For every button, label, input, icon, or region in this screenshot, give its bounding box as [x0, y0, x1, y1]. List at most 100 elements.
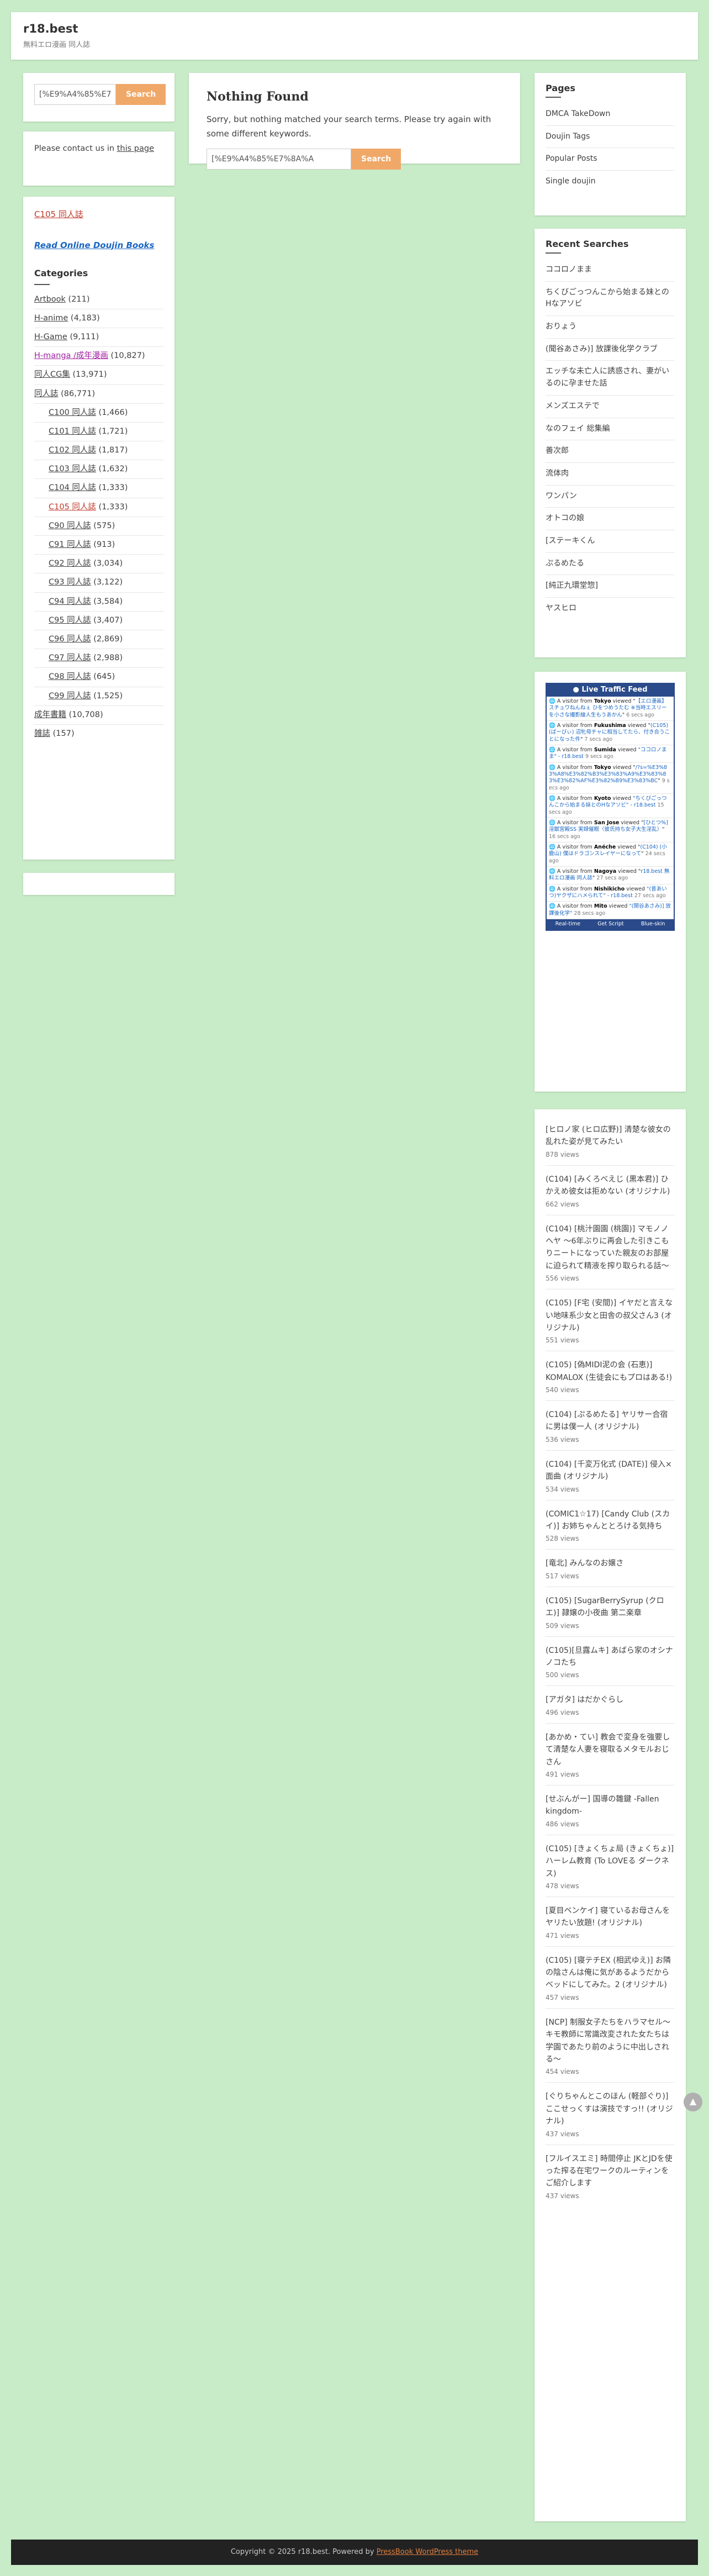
popular-post-title[interactable]: [ぐりちゃんとこのほん (軽部ぐり)] ここせっくすは演技ですっ!! (オリジナ…: [546, 2090, 675, 2127]
category-link[interactable]: 同人誌: [34, 389, 59, 398]
category-count: (3,122): [93, 578, 123, 587]
globe-icon: 🌐: [549, 722, 555, 729]
recent-search-link[interactable]: ちくびごっつんこから始まる妹とのHなアソビ: [546, 288, 669, 309]
popular-post-title[interactable]: [あかめ・てい] 教会で変身を強要して清楚な人妻を寝取るメタモルおじさん: [546, 1731, 675, 1768]
popular-post-item: [夏目ベンケイ] 寝ているお母さんをヤリたい放題! (オリジナル) 471 vie…: [546, 1897, 675, 1947]
category-link[interactable]: H-manga /成年漫画: [34, 351, 108, 360]
popular-post-title[interactable]: (C105)[旦露ムキ] あばら家のオシナノコたち: [546, 1645, 675, 1669]
category-link[interactable]: C103 同人誌: [49, 465, 96, 473]
search-button[interactable]: Search: [116, 84, 166, 105]
category-link[interactable]: 成年書籍: [34, 710, 66, 719]
main-search-input[interactable]: [207, 149, 351, 170]
contact-widget: Please contact us in this page: [23, 131, 174, 186]
category-link[interactable]: C96 同人誌: [49, 635, 91, 644]
c105-link[interactable]: C105 同人誌: [34, 208, 163, 221]
recent-search-link[interactable]: ワンパン: [546, 492, 577, 501]
category-link[interactable]: 雑誌: [34, 729, 50, 738]
recent-search-link[interactable]: メンズエステで: [546, 402, 600, 410]
recent-search-link[interactable]: ヤスヒロ: [546, 604, 576, 613]
category-link[interactable]: C104 同人誌: [49, 483, 96, 492]
category-link[interactable]: C97 同人誌: [49, 654, 91, 662]
popular-post-title[interactable]: [フルイスエミ] 時間停止 JKとJDを使った搾る在宅ワークのルーティンをご紹介…: [546, 2153, 675, 2190]
category-count: (13,971): [72, 370, 107, 380]
popular-post-title[interactable]: (C105) [きょくちょ局 (きょくちょ)] ハーレム教育 (To LOVEる…: [546, 1843, 675, 1880]
category-link[interactable]: H-anime: [34, 314, 68, 323]
category-link[interactable]: C95 同人誌: [49, 616, 91, 625]
popular-post-title[interactable]: (C105) [偽MIDI泥の会 (石恵)] KOMALOX (生徒会にもプロは…: [546, 1359, 675, 1384]
category-item: H-anime (4,183): [34, 309, 163, 328]
popular-post-title[interactable]: [竜北] みんなのお嬢さ: [546, 1557, 675, 1569]
recent-search-link[interactable]: 流体肉: [546, 469, 569, 478]
recent-search-link[interactable]: (聞谷あさみ)] 放課後化学クラブ: [546, 345, 658, 354]
main-search-button[interactable]: Search: [351, 149, 401, 170]
category-link[interactable]: C98 同人誌: [49, 672, 91, 681]
popular-post-title[interactable]: (C104) [桃汁園園 (桃園)] マモノノヘヤ ～6年ぶりに再会した引きこも…: [546, 1223, 675, 1273]
recent-search-link[interactable]: なのフェイ 総集編: [546, 424, 610, 433]
popular-post-title[interactable]: [せぶんがー] 国導の雛鍵 -Fallen kingdom-: [546, 1793, 675, 1818]
recent-search-item: ヤスヒロ: [546, 598, 675, 620]
popular-post-title[interactable]: (C104) [みくろべえじ (黒本君)] ひかえめ彼女は拒めない (オリジナル…: [546, 1173, 675, 1198]
popular-post-title[interactable]: (C104) [ぷるめたる] ヤリサー合宿に男は僕一人 (オリジナル): [546, 1409, 675, 1434]
popular-post-title[interactable]: (C104) [千変万化式 (DATE)] 侵入×面曲 (オリジナル): [546, 1458, 675, 1483]
category-link[interactable]: C91 同人誌: [49, 540, 91, 549]
scroll-to-top-button[interactable]: ▲: [684, 2093, 702, 2111]
category-count: (1,333): [98, 483, 128, 493]
pages-title: Pages: [546, 83, 575, 93]
page-link[interactable]: Doujin Tags: [546, 132, 590, 141]
popular-post-title[interactable]: [NCP] 制服女子たちをハラマセル～キモ教師に常識改変された女たちは学園であた…: [546, 2016, 675, 2066]
category-link[interactable]: 同人CG集: [34, 370, 70, 379]
category-link[interactable]: C90 同人誌: [49, 521, 91, 530]
subcategory-item: C97 同人誌 (2,988): [34, 649, 163, 668]
read-online-link[interactable]: Read Online Doujin Books: [34, 239, 163, 252]
feed-get-script-link[interactable]: Get Script: [597, 921, 624, 928]
recent-search-link[interactable]: エッチな未亡人に誘惑され、妻がいるのに孕ませた話: [546, 367, 669, 388]
page-link[interactable]: Single doujin: [546, 177, 595, 186]
category-link[interactable]: H-Game: [34, 333, 67, 341]
popular-post-title[interactable]: (COMIC1☆17) [Candy Club (スカイ)] お姉ちゃんととろけ…: [546, 1508, 675, 1533]
category-link[interactable]: C93 同人誌: [49, 578, 91, 587]
recent-search-item: [純正九環堂惣]: [546, 575, 675, 598]
recent-search-link[interactable]: ココロノまま: [546, 265, 592, 274]
category-link[interactable]: C105 同人誌: [49, 503, 96, 512]
title-divider: [34, 283, 50, 285]
popular-post-title[interactable]: (C105) [SugarBerrySyrup (クロエ)] 隷嬢の小夜曲 第二…: [546, 1595, 675, 1620]
recent-search-link[interactable]: [純正九環堂惣]: [546, 581, 598, 590]
site-title[interactable]: r18.best: [23, 22, 686, 35]
popular-post-item: (C104) [みくろべえじ (黒本君)] ひかえめ彼女は拒めない (オリジナル…: [546, 1166, 675, 1215]
popular-post-title[interactable]: [アガタ] はだかぐらし: [546, 1694, 675, 1706]
recent-search-link[interactable]: オトコの娘: [546, 514, 584, 523]
feed-page-link[interactable]: "(関谷あさみ)] 放課後化学": [549, 903, 671, 916]
contact-link[interactable]: this page: [117, 144, 154, 153]
popular-post-title[interactable]: (C105) [寝テチEX (相武ゆえ)] お隣の陰さんは俺に気があるようだから…: [546, 1955, 675, 1992]
popular-post-title[interactable]: [夏目ベンケイ] 寝ているお母さんをヤリたい放題! (オリジナル): [546, 1905, 675, 1930]
category-link[interactable]: C101 同人誌: [49, 427, 96, 436]
page-link[interactable]: Popular Posts: [546, 154, 597, 163]
page-item: Doujin Tags: [546, 126, 675, 149]
category-link[interactable]: C99 同人誌: [49, 692, 91, 700]
feed-item: 🌐 A visitor from Tokyo viewed "/?s=%E3%8…: [547, 763, 674, 794]
category-link[interactable]: C102 同人誌: [49, 446, 96, 455]
feed-realtime-link[interactable]: Real-time: [555, 921, 580, 928]
category-link[interactable]: Artbook: [34, 295, 66, 304]
recent-search-link[interactable]: [ステーキくん: [546, 536, 595, 545]
recent-search-link[interactable]: おりょう: [546, 322, 576, 331]
recent-search-link[interactable]: 善次郎: [546, 446, 569, 455]
category-link[interactable]: C94 同人誌: [49, 597, 91, 606]
page-link[interactable]: DMCA TakeDown: [546, 109, 610, 118]
popular-post-title[interactable]: [ヒロノ家 (ヒロ広野)] 清楚な彼女の乱れた姿が見てみたい: [546, 1124, 675, 1149]
footer-theme-link[interactable]: PressBook WordPress theme: [377, 2548, 478, 2556]
recent-search-item: ちくびごっつんこから始まる妹とのHなアソビ: [546, 282, 675, 317]
recent-search-link[interactable]: ぷるめたる: [546, 559, 584, 568]
category-item: H-Game (9,111): [34, 328, 163, 347]
category-link[interactable]: C92 同人誌: [49, 559, 91, 568]
no-results-box: Nothing Found Sorry, but nothing matched…: [189, 73, 520, 170]
search-input[interactable]: [34, 84, 116, 105]
category-link[interactable]: C100 同人誌: [49, 408, 96, 417]
category-count: (1,466): [98, 408, 128, 417]
popular-post-views: 454 views: [546, 2068, 579, 2076]
globe-icon: 🌐: [549, 844, 555, 851]
popular-post-views: 528 views: [546, 1535, 579, 1543]
feed-skin-link[interactable]: Blue-skin: [641, 921, 665, 928]
popular-post-views: 536 views: [546, 1435, 579, 1444]
popular-post-title[interactable]: (C105) [F宅 (安間)] イヤだと言えない地味系少女と田舎の叔父さん3 …: [546, 1297, 675, 1334]
